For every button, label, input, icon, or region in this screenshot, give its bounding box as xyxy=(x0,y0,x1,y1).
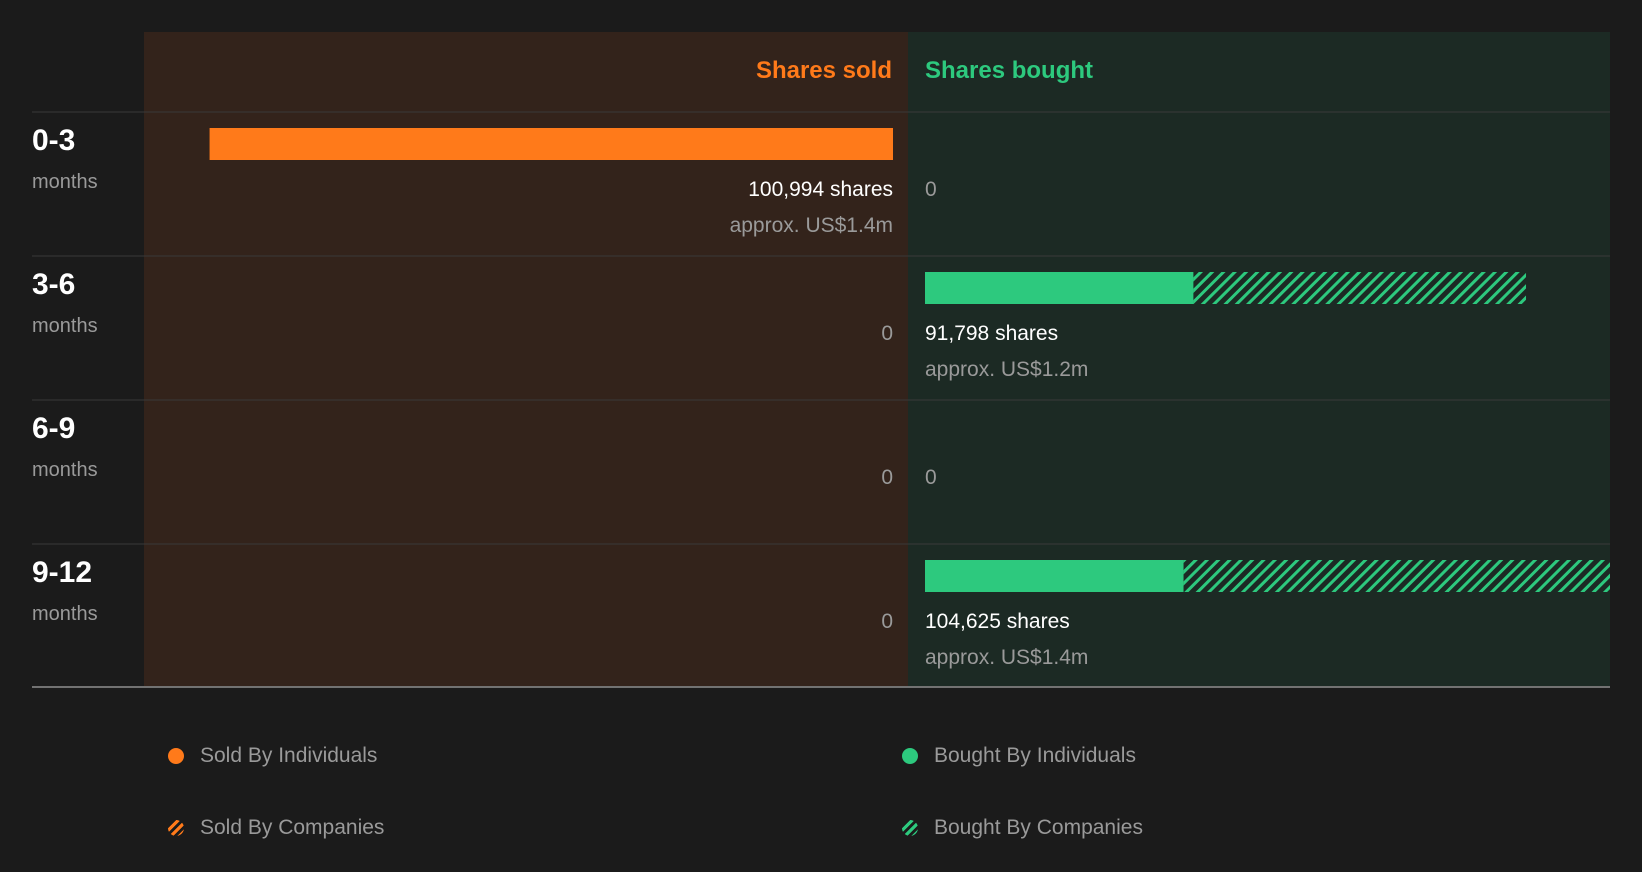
period-unit-label: months xyxy=(32,603,98,625)
sold-shares-label: 100,994 shares xyxy=(748,178,893,201)
sold-individuals-bar xyxy=(209,128,894,160)
period-unit-label: months xyxy=(32,459,98,481)
bought-individuals-bar xyxy=(925,560,1184,592)
sold-shares-label: 0 xyxy=(881,322,893,345)
sold-shares-label: 0 xyxy=(881,610,893,633)
bought-companies-bar xyxy=(1193,272,1527,304)
period-range-label: 3-6 xyxy=(32,268,75,301)
period-unit-label: months xyxy=(32,171,98,193)
sold-column-header: Shares sold xyxy=(756,57,892,84)
insider-trading-chart: Shares sold Shares bought 0-3 months 100,9… xyxy=(32,32,1610,688)
sold-shares-label: 0 xyxy=(881,466,893,489)
bought-approx-value: approx. US$1.4m xyxy=(925,646,1088,669)
period-unit-label: months xyxy=(32,315,98,337)
bought-shares-label: 0 xyxy=(925,178,937,201)
sold-approx-value: approx. US$1.4m xyxy=(730,214,893,237)
bought-shares-label: 0 xyxy=(925,466,937,489)
period-range-label: 0-3 xyxy=(32,124,75,157)
period-range-label: 6-9 xyxy=(32,412,75,445)
bought-individuals-bar xyxy=(925,272,1194,304)
bought-shares-label: 91,798 shares xyxy=(925,322,1058,345)
bought-companies-bar xyxy=(1183,560,1610,592)
bought-shares-label: 104,625 shares xyxy=(925,610,1070,633)
bought-approx-value: approx. US$1.2m xyxy=(925,358,1088,381)
period-range-label: 9-12 xyxy=(32,556,92,589)
bought-column-header: Shares bought xyxy=(925,57,1093,84)
